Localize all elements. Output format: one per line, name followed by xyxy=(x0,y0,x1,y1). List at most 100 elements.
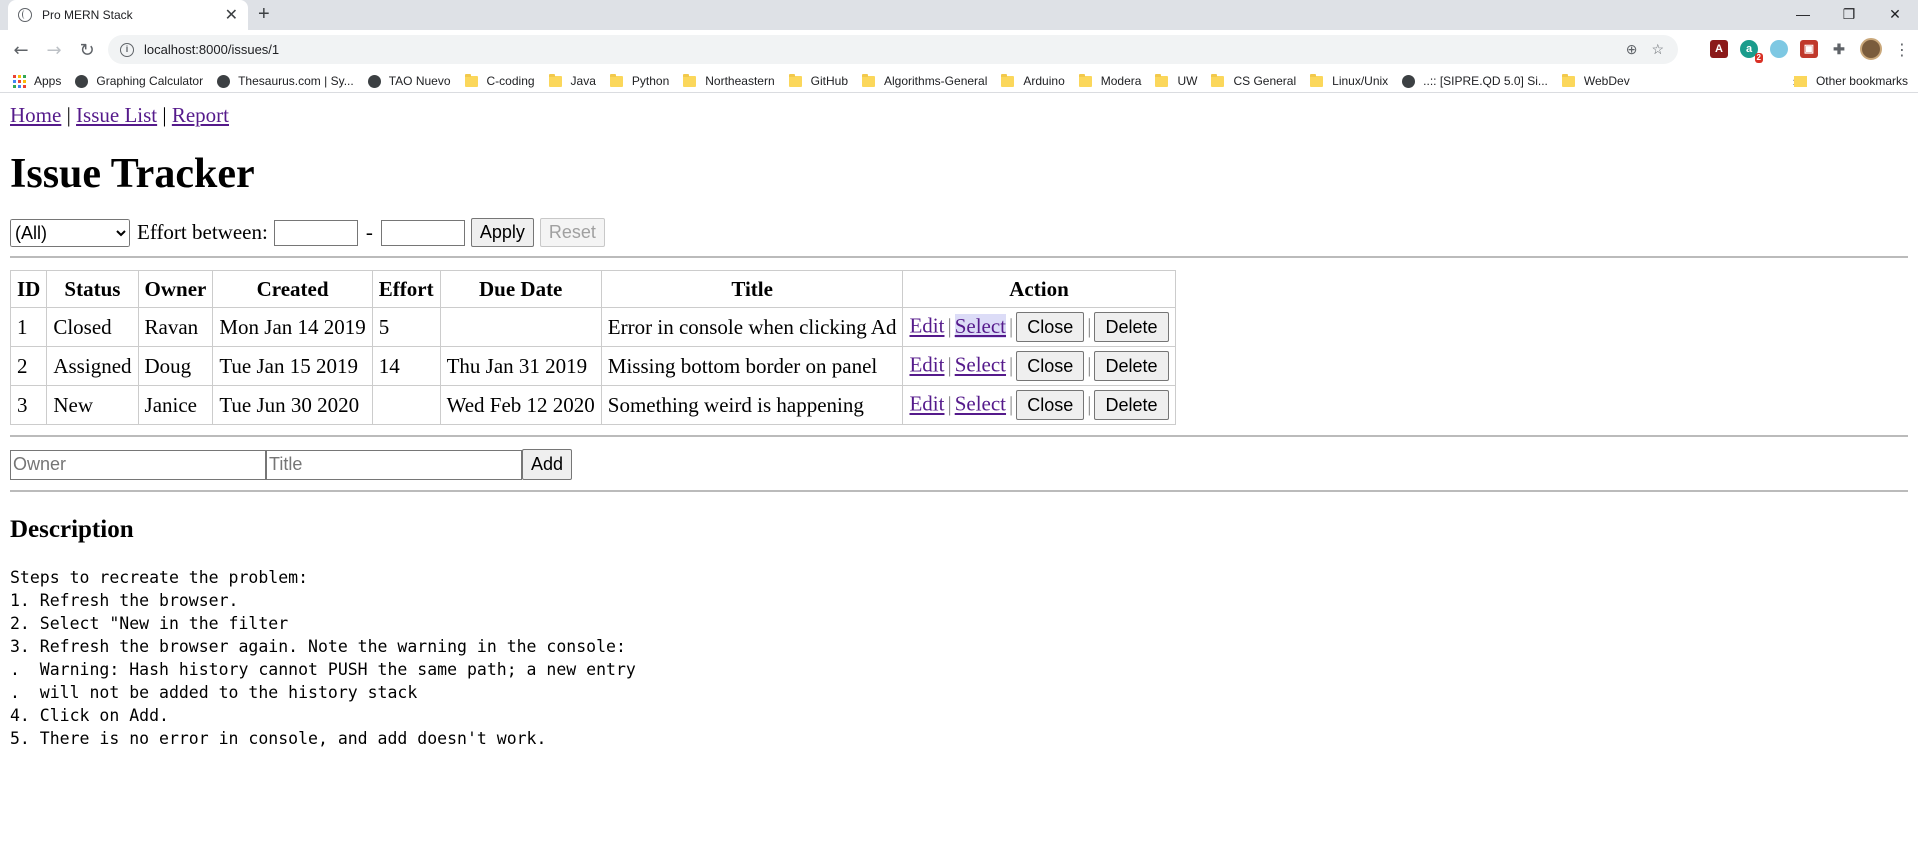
menu-kebab-icon[interactable]: ⋮ xyxy=(1894,40,1910,59)
cell-owner: Doug xyxy=(137,346,214,386)
title-input[interactable] xyxy=(266,449,522,480)
nav-report-link[interactable]: Report xyxy=(172,103,229,127)
window-controls: — ❐ ✕ xyxy=(1780,0,1918,30)
forward-icon[interactable]: → xyxy=(42,40,66,61)
new-tab-icon[interactable]: + xyxy=(258,3,270,26)
zoom-icon[interactable]: ⊕ xyxy=(1626,41,1638,58)
edit-link[interactable]: Edit xyxy=(909,353,944,377)
reset-button[interactable]: Reset xyxy=(539,218,605,247)
action-separator: | xyxy=(947,352,952,377)
bookmark-star-icon[interactable]: ☆ xyxy=(1651,41,1664,58)
restore-icon[interactable]: ❐ xyxy=(1826,0,1872,30)
cell-effort: 14 xyxy=(371,346,441,386)
globe-extension-icon[interactable] xyxy=(1770,40,1788,58)
info-icon[interactable]: i xyxy=(120,42,134,57)
divider xyxy=(10,256,1908,258)
cell-due: Wed Feb 12 2020 xyxy=(439,385,602,425)
bookmark-item[interactable]: Python xyxy=(609,73,669,88)
extension-badge: 2 xyxy=(1754,53,1763,63)
bookmark-item[interactable]: WebDev xyxy=(1561,73,1630,88)
edit-link[interactable]: Edit xyxy=(909,392,944,416)
bookmark-item[interactable]: Arduino xyxy=(1001,73,1065,88)
delete-issue-button[interactable]: Delete xyxy=(1094,390,1169,420)
bookmark-item[interactable]: Java xyxy=(548,73,596,88)
cell-effort xyxy=(371,385,441,425)
bookmark-item[interactable]: CS General xyxy=(1211,73,1297,88)
grammar-extension-icon[interactable]: a2 xyxy=(1740,40,1763,63)
bookmark-item[interactable]: TAO Nuevo xyxy=(367,74,451,88)
owner-input[interactable] xyxy=(10,449,266,480)
bookmark-item[interactable]: Linux/Unix xyxy=(1310,73,1388,88)
table-row: 3 New Janice Tue Jun 30 2020 Wed Feb 12 2020… xyxy=(9,385,1176,425)
nav-issue-list-link[interactable]: Issue List xyxy=(76,103,157,127)
divider xyxy=(10,435,1908,437)
reload-icon[interactable]: ↻ xyxy=(75,40,99,61)
close-issue-button[interactable]: Close xyxy=(1016,312,1085,342)
url-text[interactable]: localhost:8000/issues/1 xyxy=(144,42,1626,57)
table-header-row: ID Status Owner Created Effort Due Date … xyxy=(9,270,1176,308)
folder-icon xyxy=(1211,73,1225,87)
other-bookmarks[interactable]: Other bookmarks xyxy=(1793,74,1908,88)
effort-min-input[interactable] xyxy=(273,219,358,246)
address-bar[interactable]: i localhost:8000/issues/1 ⊕ ☆ xyxy=(108,35,1678,64)
nav-home-link[interactable]: Home xyxy=(10,103,61,127)
globe-icon xyxy=(367,74,381,88)
action-separator: | xyxy=(1087,352,1092,377)
select-link[interactable]: Select xyxy=(955,353,1006,377)
select-link[interactable]: Select xyxy=(955,392,1006,416)
bookmark-label: GitHub xyxy=(810,74,848,88)
header-effort: Effort xyxy=(371,270,441,308)
bookmark-item[interactable]: ..:: [SIPRE.QD 5.0] Si... xyxy=(1402,74,1548,88)
action-separator: | xyxy=(1009,313,1014,338)
apply-button[interactable]: Apply xyxy=(470,218,534,247)
bookmark-label: Arduino xyxy=(1023,74,1065,88)
bookmark-item[interactable]: C-coding xyxy=(464,73,535,88)
add-button[interactable]: Add xyxy=(522,449,573,480)
cell-effort: 5 xyxy=(371,307,441,347)
back-icon[interactable]: ← xyxy=(9,40,33,61)
cell-title: Error in console when clicking Ad xyxy=(600,307,904,347)
bookmark-item[interactable]: UW xyxy=(1155,73,1197,88)
bookmark-item[interactable]: GitHub xyxy=(788,73,848,88)
action-separator: | xyxy=(1087,313,1092,338)
tab-title: Pro MERN Stack xyxy=(42,8,133,22)
bookmark-item[interactable]: Thesaurus.com | Sy... xyxy=(217,74,354,88)
edit-link[interactable]: Edit xyxy=(909,314,944,338)
bookmark-label: CS General xyxy=(1233,74,1297,88)
minimize-icon[interactable]: — xyxy=(1780,0,1826,30)
action-separator: | xyxy=(1087,391,1092,416)
status-filter-select[interactable]: (All) xyxy=(10,218,130,247)
browser-tab[interactable]: Pro MERN Stack ✕ xyxy=(8,0,248,30)
puzzle-icon[interactable]: ✚ xyxy=(1830,40,1848,58)
folder-icon xyxy=(1155,73,1169,87)
globe-icon xyxy=(217,74,231,88)
folder-icon xyxy=(1078,73,1092,87)
bookmark-label: C-coding xyxy=(486,74,535,88)
header-status: Status xyxy=(46,270,139,308)
cell-action: Edit | Select | Close | Delete xyxy=(902,307,1176,347)
bookmark-label: Java xyxy=(570,74,596,88)
bookmark-item[interactable]: Algorithms-General xyxy=(862,73,988,88)
delete-issue-button[interactable]: Delete xyxy=(1094,351,1169,381)
close-issue-button[interactable]: Close xyxy=(1016,390,1085,420)
avatar[interactable] xyxy=(1860,38,1882,60)
delete-issue-button[interactable]: Delete xyxy=(1094,312,1169,342)
select-link[interactable]: Select xyxy=(954,313,1007,338)
folder-icon xyxy=(464,73,478,87)
bookmark-item[interactable]: Modera xyxy=(1078,73,1141,88)
folder-icon xyxy=(788,73,802,87)
folder-icon xyxy=(1561,73,1575,87)
browser-tab-bar: Pro MERN Stack ✕ + — ❐ ✕ xyxy=(0,0,1918,30)
bookmark-label: Algorithms-General xyxy=(884,74,988,88)
screenshot-extension-icon[interactable]: ▣ xyxy=(1800,40,1818,58)
close-tab-icon[interactable]: ✕ xyxy=(225,5,238,25)
bookmark-item[interactable]: Northeastern xyxy=(683,73,775,88)
issue-filter: (All) Effort between: - Apply Reset xyxy=(10,218,1908,247)
bookmark-item[interactable]: Apps xyxy=(13,74,61,88)
close-issue-button[interactable]: Close xyxy=(1016,351,1085,381)
effort-max-input[interactable] xyxy=(380,219,465,246)
bookmark-item[interactable]: Graphing Calculator xyxy=(75,74,203,88)
pdf-extension-icon[interactable]: A xyxy=(1710,40,1728,58)
header-owner: Owner xyxy=(137,270,214,308)
close-window-icon[interactable]: ✕ xyxy=(1872,0,1918,30)
